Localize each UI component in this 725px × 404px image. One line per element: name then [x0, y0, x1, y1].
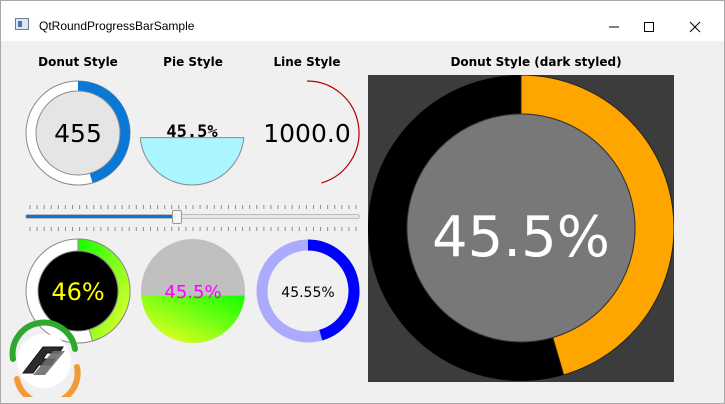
- line-progress-bar: 1000.0: [263, 80, 360, 184]
- dark-donut-progress-bar: 45.5%: [368, 75, 674, 381]
- window-title: QtRoundProgressBarSample: [39, 19, 195, 33]
- donut-progress-bar: 455: [25, 80, 131, 186]
- slider-ticks-top: [29, 205, 357, 209]
- blue-donut-progress-bar: 45.55%: [256, 239, 360, 343]
- pie-progress-bar: 45.5%: [140, 122, 245, 186]
- close-icon: [689, 21, 701, 33]
- pie-style-label: Pie Style: [163, 55, 223, 69]
- progress-slider-fill: [26, 215, 179, 218]
- minimize-icon: [609, 26, 619, 28]
- progress-slider-track[interactable]: [25, 214, 360, 219]
- slider-ticks-bottom: [29, 227, 357, 231]
- maximize-button[interactable]: [626, 11, 672, 41]
- blue-donut-value-text: 45.55%: [281, 285, 334, 301]
- donut-value-text: 455: [54, 119, 102, 148]
- main-window: QtRoundProgressBarSample Donut Style Pie…: [0, 0, 725, 404]
- line-style-label: Line Style: [273, 55, 341, 69]
- title-bar[interactable]: QtRoundProgressBarSample: [1, 1, 724, 41]
- dark-donut-value-text: 45.5%: [432, 205, 610, 270]
- close-button[interactable]: [672, 11, 718, 41]
- gradient-pie-progress-bar: 45.5%: [141, 239, 245, 343]
- progress-slider-handle[interactable]: [172, 210, 183, 224]
- gradient-pie-value-text: 45.5%: [164, 282, 221, 303]
- donut-style-label: Donut Style: [38, 55, 118, 69]
- dark-donut-style-label: Donut Style (dark styled): [450, 55, 622, 69]
- gradient-donut-value-text: 46%: [51, 278, 104, 306]
- pie-value-text: 45.5%: [166, 122, 218, 142]
- line-value-text: 1000.0: [263, 119, 350, 148]
- app-window-icon: [15, 18, 29, 30]
- maximize-icon: [644, 22, 654, 32]
- qt-round-progress-logo-icon: [9, 319, 81, 397]
